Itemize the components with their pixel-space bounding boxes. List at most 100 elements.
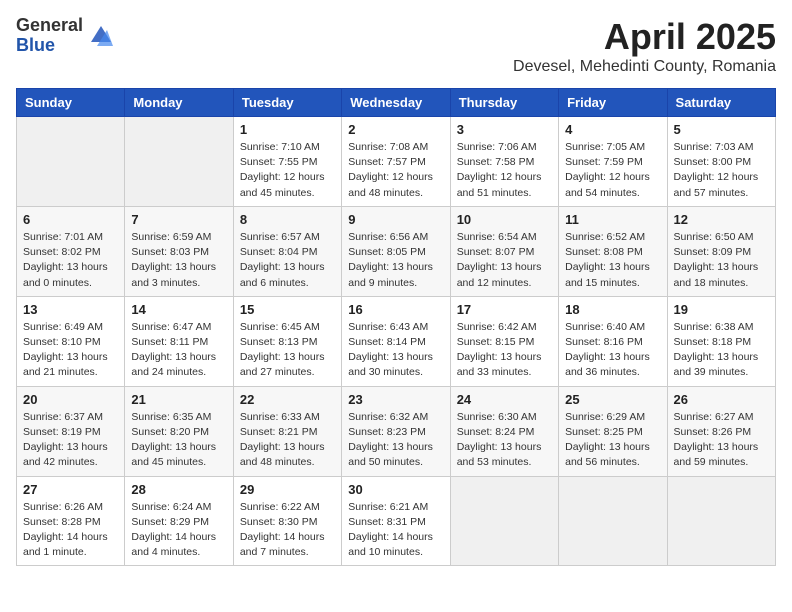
calendar-day-cell: 18 Sunrise: 6:40 AM Sunset: 8:16 PM Dayli… <box>559 296 667 386</box>
calendar-day-cell: 15Sunrise: 6:45 AM Sunset: 8:13 PM Dayli… <box>233 296 341 386</box>
day-number: 12 <box>674 212 769 227</box>
calendar-day-cell: 24Sunrise: 6:30 AM Sunset: 8:24 PM Dayli… <box>450 386 558 476</box>
calendar-day-cell: 16 Sunrise: 6:43 AM Sunset: 8:14 PM Dayli… <box>342 296 450 386</box>
calendar-day-cell: 30 Sunrise: 6:21 AM Sunset: 8:31 PM Dayli… <box>342 476 450 566</box>
day-number: 11 <box>565 212 660 227</box>
calendar-day-cell: 12 Sunrise: 6:50 AM Sunset: 8:09 PM Dayli… <box>667 206 775 296</box>
day-info: Sunrise: 7:06 AM Sunset: 7:58 PM Dayligh… <box>457 140 552 201</box>
location-subtitle: Devesel, Mehedinti County, Romania <box>513 58 776 76</box>
title-area: April 2025 Devesel, Mehedinti County, Ro… <box>513 16 776 76</box>
day-number: 6 <box>23 212 118 227</box>
calendar-week-row: 1 Sunrise: 7:10 AM Sunset: 7:55 PM Daylig… <box>17 117 776 207</box>
day-number: 1 <box>240 122 335 137</box>
calendar-day-cell: 28 Sunrise: 6:24 AM Sunset: 8:29 PM Dayli… <box>125 476 233 566</box>
calendar-day-cell: 21 Sunrise: 6:35 AM Sunset: 8:20 PM Dayli… <box>125 386 233 476</box>
logo: General Blue <box>16 16 115 56</box>
day-info: Sunrise: 6:27 AM Sunset: 8:26 PM Dayligh… <box>674 410 769 471</box>
day-info: Sunrise: 6:45 AM Sunset: 8:13 PM Dayligh… <box>240 320 335 381</box>
calendar-week-row: 13 Sunrise: 6:49 AM Sunset: 8:10 PM Dayli… <box>17 296 776 386</box>
day-info: Sunrise: 6:59 AM Sunset: 8:03 PM Dayligh… <box>131 230 226 291</box>
day-info: Sunrise: 6:32 AM Sunset: 8:23 PM Dayligh… <box>348 410 443 471</box>
calendar-day-cell: 14 Sunrise: 6:47 AM Sunset: 8:11 PM Dayli… <box>125 296 233 386</box>
calendar-table: SundayMondayTuesdayWednesdayThursdayFrid… <box>16 88 776 566</box>
day-info: Sunrise: 6:26 AM Sunset: 8:28 PM Dayligh… <box>23 500 118 561</box>
day-number: 7 <box>131 212 226 227</box>
day-info: Sunrise: 6:30 AM Sunset: 8:24 PM Dayligh… <box>457 410 552 471</box>
day-number: 30 <box>348 482 443 497</box>
day-number: 16 <box>348 302 443 317</box>
weekday-header-wednesday: Wednesday <box>342 89 450 117</box>
day-info: Sunrise: 6:22 AM Sunset: 8:30 PM Dayligh… <box>240 500 335 561</box>
calendar-week-row: 6 Sunrise: 7:01 AM Sunset: 8:02 PM Daylig… <box>17 206 776 296</box>
calendar-week-row: 27 Sunrise: 6:26 AM Sunset: 8:28 PM Dayli… <box>17 476 776 566</box>
day-number: 27 <box>23 482 118 497</box>
weekday-header-tuesday: Tuesday <box>233 89 341 117</box>
day-number: 23 <box>348 392 443 407</box>
day-info: Sunrise: 6:49 AM Sunset: 8:10 PM Dayligh… <box>23 320 118 381</box>
day-number: 9 <box>348 212 443 227</box>
calendar-empty-cell <box>450 476 558 566</box>
logo-icon <box>87 22 115 50</box>
day-info: Sunrise: 6:21 AM Sunset: 8:31 PM Dayligh… <box>348 500 443 561</box>
day-info: Sunrise: 6:42 AM Sunset: 8:15 PM Dayligh… <box>457 320 552 381</box>
calendar-day-cell: 19Sunrise: 6:38 AM Sunset: 8:18 PM Dayli… <box>667 296 775 386</box>
day-info: Sunrise: 6:50 AM Sunset: 8:09 PM Dayligh… <box>674 230 769 291</box>
weekday-header-thursday: Thursday <box>450 89 558 117</box>
day-number: 28 <box>131 482 226 497</box>
day-info: Sunrise: 7:03 AM Sunset: 8:00 PM Dayligh… <box>674 140 769 201</box>
calendar-day-cell: 7 Sunrise: 6:59 AM Sunset: 8:03 PM Daylig… <box>125 206 233 296</box>
calendar-day-cell: 10 Sunrise: 6:54 AM Sunset: 8:07 PM Dayli… <box>450 206 558 296</box>
weekday-header-monday: Monday <box>125 89 233 117</box>
month-year-title: April 2025 <box>513 16 776 58</box>
day-info: Sunrise: 7:01 AM Sunset: 8:02 PM Dayligh… <box>23 230 118 291</box>
calendar-day-cell: 29 Sunrise: 6:22 AM Sunset: 8:30 PM Dayli… <box>233 476 341 566</box>
day-info: Sunrise: 6:47 AM Sunset: 8:11 PM Dayligh… <box>131 320 226 381</box>
day-info: Sunrise: 6:35 AM Sunset: 8:20 PM Dayligh… <box>131 410 226 471</box>
day-number: 14 <box>131 302 226 317</box>
calendar-day-cell: 6 Sunrise: 7:01 AM Sunset: 8:02 PM Daylig… <box>17 206 125 296</box>
day-number: 10 <box>457 212 552 227</box>
day-info: Sunrise: 6:54 AM Sunset: 8:07 PM Dayligh… <box>457 230 552 291</box>
calendar-empty-cell <box>125 117 233 207</box>
day-number: 4 <box>565 122 660 137</box>
header: General Blue April 2025 Devesel, Mehedin… <box>16 16 776 76</box>
calendar-day-cell: 23 Sunrise: 6:32 AM Sunset: 8:23 PM Dayli… <box>342 386 450 476</box>
day-number: 18 <box>565 302 660 317</box>
day-info: Sunrise: 6:52 AM Sunset: 8:08 PM Dayligh… <box>565 230 660 291</box>
calendar-day-cell: 25Sunrise: 6:29 AM Sunset: 8:25 PM Dayli… <box>559 386 667 476</box>
calendar-day-cell: 3 Sunrise: 7:06 AM Sunset: 7:58 PM Daylig… <box>450 117 558 207</box>
calendar-empty-cell <box>667 476 775 566</box>
day-number: 25 <box>565 392 660 407</box>
day-number: 13 <box>23 302 118 317</box>
day-info: Sunrise: 6:33 AM Sunset: 8:21 PM Dayligh… <box>240 410 335 471</box>
day-info: Sunrise: 6:24 AM Sunset: 8:29 PM Dayligh… <box>131 500 226 561</box>
calendar-day-cell: 11 Sunrise: 6:52 AM Sunset: 8:08 PM Dayli… <box>559 206 667 296</box>
day-info: Sunrise: 6:57 AM Sunset: 8:04 PM Dayligh… <box>240 230 335 291</box>
day-number: 17 <box>457 302 552 317</box>
day-number: 8 <box>240 212 335 227</box>
calendar-empty-cell <box>17 117 125 207</box>
day-number: 5 <box>674 122 769 137</box>
day-info: Sunrise: 6:43 AM Sunset: 8:14 PM Dayligh… <box>348 320 443 381</box>
day-info: Sunrise: 6:40 AM Sunset: 8:16 PM Dayligh… <box>565 320 660 381</box>
day-number: 21 <box>131 392 226 407</box>
calendar-day-cell: 22 Sunrise: 6:33 AM Sunset: 8:21 PM Dayli… <box>233 386 341 476</box>
calendar-week-row: 20Sunrise: 6:37 AM Sunset: 8:19 PM Dayli… <box>17 386 776 476</box>
weekday-header-sunday: Sunday <box>17 89 125 117</box>
weekday-header-saturday: Saturday <box>667 89 775 117</box>
calendar-day-cell: 13 Sunrise: 6:49 AM Sunset: 8:10 PM Dayli… <box>17 296 125 386</box>
day-info: Sunrise: 7:10 AM Sunset: 7:55 PM Dayligh… <box>240 140 335 201</box>
day-info: Sunrise: 7:08 AM Sunset: 7:57 PM Dayligh… <box>348 140 443 201</box>
day-number: 26 <box>674 392 769 407</box>
day-number: 22 <box>240 392 335 407</box>
day-number: 20 <box>23 392 118 407</box>
logo-general-text: General <box>16 16 83 36</box>
calendar-day-cell: 8 Sunrise: 6:57 AM Sunset: 8:04 PM Daylig… <box>233 206 341 296</box>
calendar-day-cell: 9Sunrise: 6:56 AM Sunset: 8:05 PM Daylig… <box>342 206 450 296</box>
calendar-day-cell: 27 Sunrise: 6:26 AM Sunset: 8:28 PM Dayli… <box>17 476 125 566</box>
weekday-header-friday: Friday <box>559 89 667 117</box>
calendar-day-cell: 20Sunrise: 6:37 AM Sunset: 8:19 PM Dayli… <box>17 386 125 476</box>
day-info: Sunrise: 6:38 AM Sunset: 8:18 PM Dayligh… <box>674 320 769 381</box>
day-number: 3 <box>457 122 552 137</box>
day-number: 29 <box>240 482 335 497</box>
